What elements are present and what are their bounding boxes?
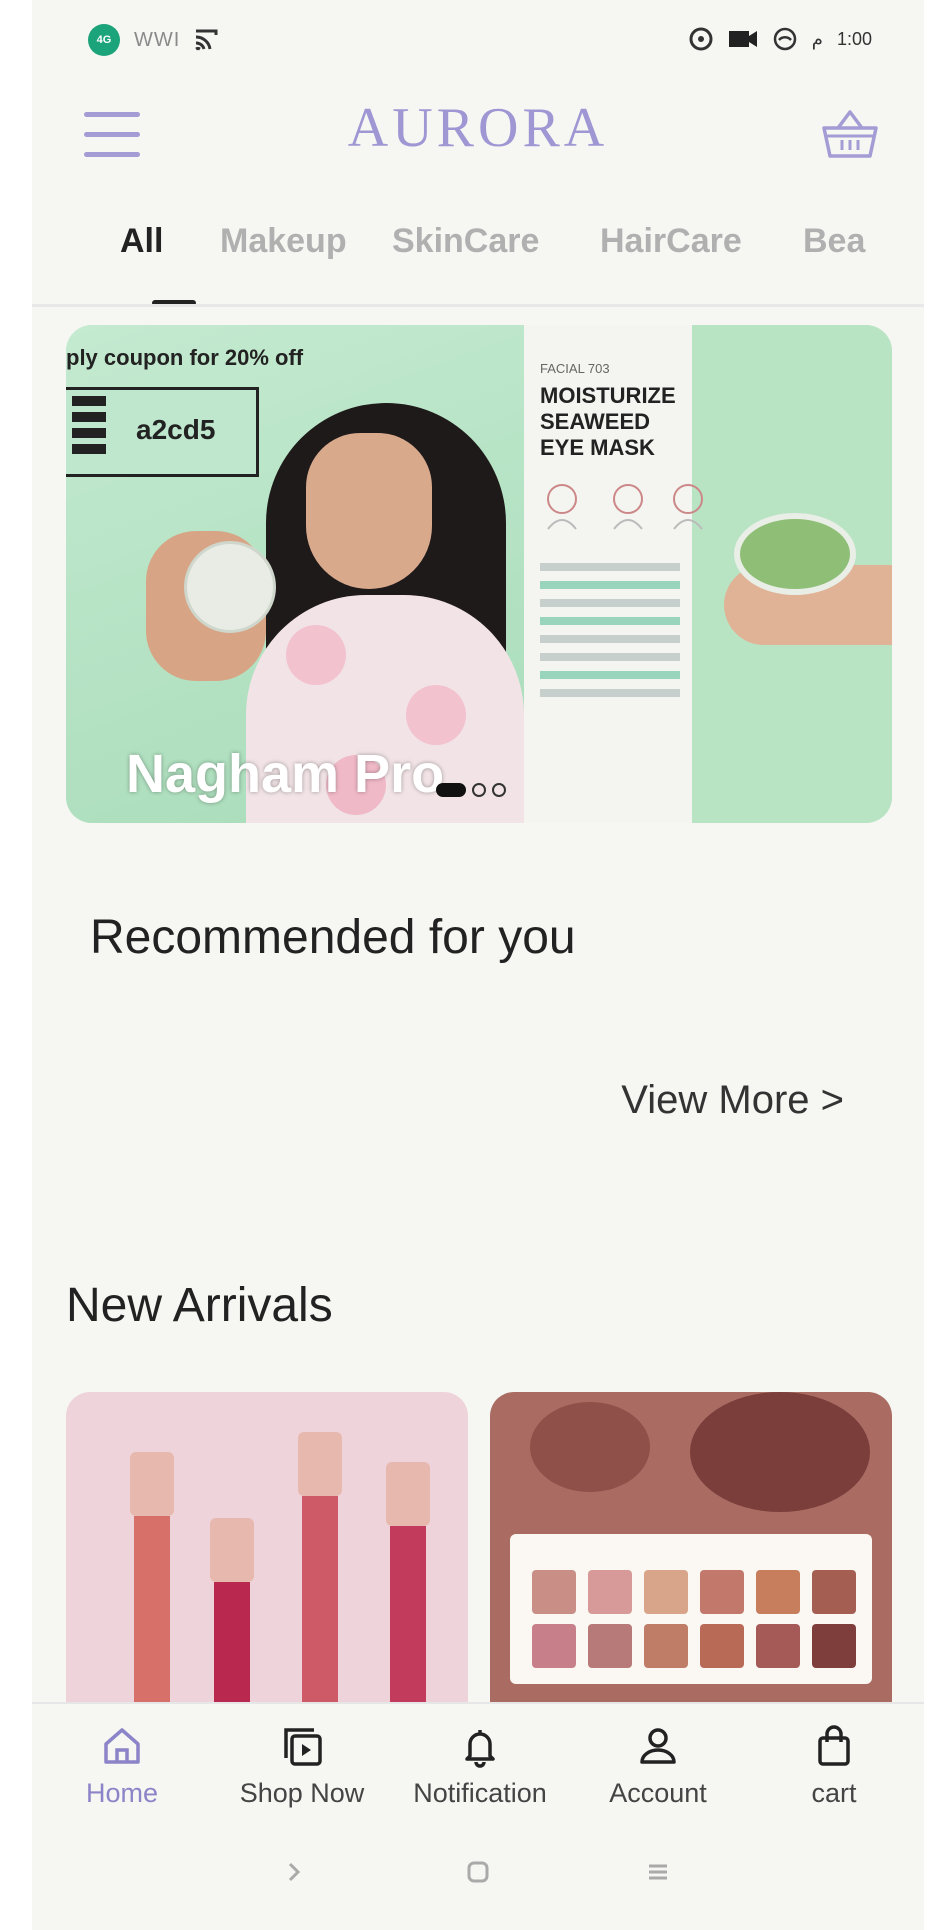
tab-makeup[interactable]: Makeup [220, 222, 347, 261]
view-more-link[interactable]: View More > [621, 1078, 844, 1123]
nav-home[interactable]: Home [32, 1724, 212, 1809]
account-icon [640, 1728, 676, 1764]
tab-beauty[interactable]: Bea [803, 222, 865, 261]
face-illustrations [547, 484, 703, 530]
wifi-icon [773, 27, 797, 51]
bottom-navigation: Home Shop Now Notification Account cart [32, 1702, 924, 1814]
product-jar-image [184, 541, 276, 633]
signal-text: WWI [134, 28, 181, 51]
product-card-eyeshadow-palette[interactable] [490, 1392, 892, 1702]
system-navigation-bar [32, 1846, 924, 1906]
product-card-lip-gloss[interactable] [66, 1392, 468, 1702]
status-period: م [811, 28, 823, 49]
carousel-dot-active[interactable] [436, 783, 466, 797]
recents-icon[interactable] [644, 1858, 672, 1886]
section-title-recommended: Recommended for you [90, 911, 576, 964]
coupon-box[interactable]: a2cd5 [66, 387, 259, 477]
tab-all[interactable]: All [120, 222, 163, 261]
bell-icon [465, 1730, 495, 1768]
tab-divider [32, 304, 924, 307]
carousel-dot[interactable] [492, 783, 506, 797]
banner-slide-left: ply coupon for 20% off a2cd5 Nagham Pro [66, 325, 524, 823]
eye-mask-jar-image [734, 513, 856, 595]
coupon-code: a2cd5 [136, 414, 216, 445]
promo-banner-carousel[interactable]: ply coupon for 20% off a2cd5 Nagham Pro … [66, 325, 892, 823]
cast-icon [195, 29, 218, 51]
app-badge-icon: 4G [88, 24, 120, 56]
back-icon[interactable] [282, 1858, 306, 1886]
nav-account[interactable]: Account [568, 1724, 748, 1809]
basket-icon[interactable] [820, 108, 880, 160]
section-title-new-arrivals: New Arrivals [66, 1279, 333, 1332]
brand-logo: AURORA [347, 97, 609, 159]
app-screen: 4G WWI م 1:00 AURORA All Makeup SkinCare… [32, 0, 924, 1930]
nav-shop-now[interactable]: Shop Now [212, 1724, 392, 1809]
status-bar: 4G WWI م 1:00 [32, 0, 924, 86]
tab-skincare[interactable]: SkinCare [392, 222, 539, 261]
video-icon [728, 31, 757, 47]
banner-slide-right: FACIAL 703 MOISTURIZE SEAWEED EYE MASK [524, 325, 892, 823]
product-subtitle: FACIAL 703 [540, 361, 610, 376]
carousel-dot[interactable] [472, 783, 486, 797]
status-time: 1:00 [836, 28, 872, 49]
tab-haircare[interactable]: HairCare [600, 222, 742, 261]
alarm-icon [689, 27, 713, 51]
palette-image [510, 1534, 872, 1684]
bag-icon [818, 1725, 850, 1766]
coupon-barcode-icon [72, 396, 106, 464]
nav-cart[interactable]: cart [744, 1724, 924, 1809]
coupon-text: ply coupon for 20% off [66, 345, 304, 370]
home-button-icon[interactable] [464, 1858, 492, 1886]
shop-now-icon [284, 1728, 322, 1766]
banner-caption: Nagham Pro [126, 744, 445, 804]
product-title: MOISTURIZE SEAWEED EYE MASK [540, 383, 676, 460]
nav-notification[interactable]: Notification [390, 1724, 570, 1809]
carousel-dots [436, 783, 506, 797]
home-icon [104, 1728, 140, 1764]
